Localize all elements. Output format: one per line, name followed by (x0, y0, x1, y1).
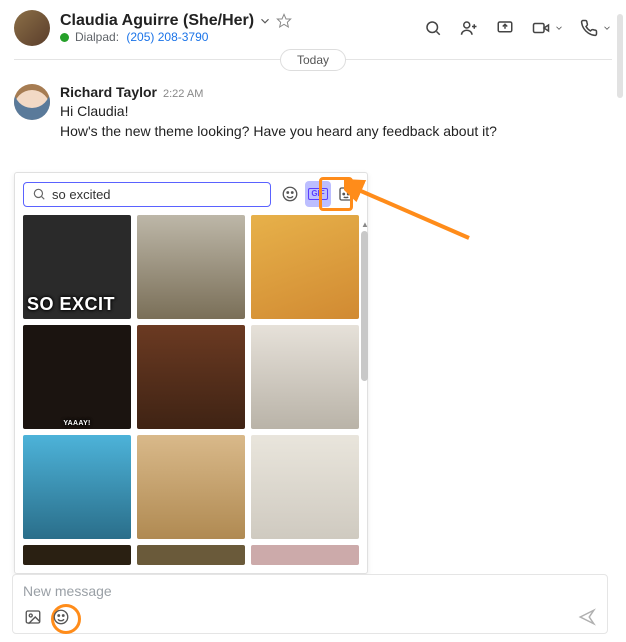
gif-result-tile[interactable] (137, 545, 245, 565)
attach-image-button[interactable] (23, 607, 43, 627)
chevron-down-icon[interactable] (258, 14, 272, 28)
message-text-line1: Hi Claudia! (60, 102, 612, 122)
image-icon (24, 608, 42, 626)
gif-tile-caption: SO EXCIT (27, 294, 115, 315)
chevron-down-icon[interactable] (554, 23, 564, 33)
contact-avatar[interactable] (14, 10, 50, 46)
service-label: Dialpad: (75, 30, 119, 44)
message-text-line2: How's the new theme looking? Have you he… (60, 122, 612, 142)
composer-input[interactable]: New message (23, 583, 597, 607)
gif-result-tile[interactable] (137, 215, 245, 319)
send-icon (578, 608, 596, 626)
gif-tab[interactable]: GIF (305, 181, 331, 207)
add-person-button[interactable] (458, 17, 480, 39)
favorite-star-icon[interactable] (276, 13, 292, 29)
date-separator: Today (280, 49, 346, 71)
search-input[interactable] (52, 187, 262, 202)
scrollbar-thumb[interactable] (361, 231, 368, 381)
message-composer: New message (12, 574, 608, 634)
emoji-tab[interactable] (277, 181, 303, 207)
emoji-icon (281, 185, 299, 203)
gif-result-tile[interactable] (23, 545, 131, 565)
message-time: 2:22 AM (163, 88, 203, 100)
gif-result-tile[interactable] (251, 435, 359, 539)
sender-avatar[interactable] (14, 84, 50, 120)
emoji-icon (52, 608, 70, 626)
search-button[interactable] (422, 17, 444, 39)
gif-result-tile[interactable] (251, 325, 359, 429)
gif-result-tile[interactable] (251, 215, 359, 319)
scroll-up-arrow[interactable]: ▲ (361, 219, 369, 229)
gif-result-tile[interactable]: SO EXCIT (23, 215, 131, 319)
conversation-header: Claudia Aguirre (She/Her) Dialpad: (205)… (0, 0, 626, 55)
sticker-icon (337, 185, 355, 203)
gif-search-field[interactable] (23, 182, 271, 207)
message-row: Richard Taylor 2:22 AM Hi Claudia! How's… (0, 80, 626, 153)
header-actions (422, 17, 612, 39)
gif-result-tile[interactable] (137, 325, 245, 429)
chevron-down-icon[interactable] (602, 23, 612, 33)
gif-tile-caption: YAAAY! (63, 420, 90, 427)
picker-scrollbar[interactable]: ▲ ▼ (361, 219, 369, 579)
emoji-picker-button[interactable] (51, 607, 71, 627)
message-sender[interactable]: Richard Taylor (60, 84, 157, 100)
sticker-tab[interactable] (333, 181, 359, 207)
scrollbar-thumb[interactable] (617, 14, 623, 98)
gif-result-tile[interactable]: YAAAY! (23, 325, 131, 429)
screen-share-button[interactable] (494, 17, 516, 39)
video-icon (532, 19, 550, 37)
video-call-button[interactable] (530, 17, 552, 39)
gif-result-tile[interactable] (23, 435, 131, 539)
presence-indicator (60, 33, 69, 42)
phone-icon (580, 19, 598, 37)
contact-name[interactable]: Claudia Aguirre (She/Her) (60, 12, 254, 30)
voice-call-button[interactable] (578, 17, 600, 39)
search-icon (32, 187, 46, 201)
send-button[interactable] (577, 607, 597, 627)
screen-share-icon (496, 19, 514, 37)
gif-result-tile[interactable] (251, 545, 359, 565)
gif-results-grid: SO EXCIT YAAAY! (23, 215, 359, 565)
media-picker: GIF SO EXCITYAAAY! ▲ ▼ (14, 172, 368, 574)
gif-result-tile[interactable] (137, 435, 245, 539)
window-scrollbar[interactable] (616, 6, 624, 636)
gif-icon: GIF (308, 188, 327, 200)
contact-info: Claudia Aguirre (She/Her) Dialpad: (205)… (60, 12, 422, 44)
person-add-icon (460, 19, 478, 37)
contact-phone[interactable]: (205) 208-3790 (126, 30, 208, 44)
search-icon (424, 19, 442, 37)
